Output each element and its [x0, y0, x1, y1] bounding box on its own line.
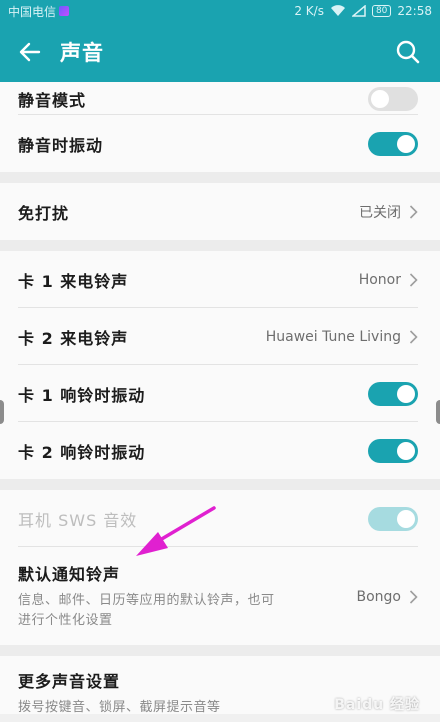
vibrate-silent-label: 静音时振动 — [18, 135, 104, 155]
chevron-right-icon — [409, 204, 418, 219]
network-speed: 2 K/s — [294, 4, 324, 18]
more-label: 更多声音设置 — [18, 672, 121, 691]
section-gap — [0, 240, 440, 251]
sim1-ringtone-row[interactable]: 卡 1 来电铃声 Honor — [0, 251, 440, 308]
dnd-row[interactable]: 免打扰 已关闭 — [0, 183, 440, 240]
group-silent: 静音模式 静音时振动 — [0, 82, 440, 172]
more-text: 更多声音设置 拨号按键音、锁屏、截屏提示音等 — [18, 668, 221, 718]
notification-label: 默认通知铃声 — [18, 565, 121, 584]
notification-ringtone-name: Bongo — [356, 589, 402, 605]
page-title: 声音 — [60, 41, 104, 65]
toggle-knob — [371, 89, 389, 108]
notification-desc: 信息、邮件、日历等应用的默认铃声，也可进行个性化设置 — [18, 593, 275, 628]
toggle-knob — [397, 509, 415, 528]
sws-toggle — [368, 506, 418, 531]
sim1-ringtone-name: Honor — [358, 271, 401, 288]
search-icon — [396, 40, 420, 64]
wifi-icon — [330, 5, 346, 17]
section-gap — [0, 645, 440, 656]
group-dnd: 免打扰 已关闭 — [0, 183, 440, 240]
edge-handle-left — [0, 400, 4, 424]
dnd-status: 已关闭 — [359, 204, 401, 221]
sim2-vibrate-label: 卡 2 响铃时振动 — [18, 442, 146, 462]
section-gap — [0, 172, 440, 183]
search-button[interactable] — [376, 22, 440, 82]
sim1-vibrate-row[interactable]: 卡 1 响铃时振动 — [0, 365, 440, 422]
watermark: Baidu 经验 — [334, 697, 420, 713]
sim2-ringtone-label: 卡 2 来电铃声 — [18, 328, 129, 348]
toggle-knob — [397, 134, 415, 153]
status-bar: 中国电信 2 K/s 80 22:58 — [0, 0, 440, 22]
vibrate-silent-toggle[interactable] — [368, 131, 418, 156]
back-arrow-icon — [19, 42, 41, 62]
chevron-right-icon — [409, 329, 418, 344]
sim1-vibrate-toggle[interactable] — [368, 381, 418, 406]
sim2-vibrate-toggle[interactable] — [368, 438, 418, 463]
dnd-label: 免打扰 — [18, 203, 70, 223]
sim2-vibrate-row[interactable]: 卡 2 响铃时振动 — [0, 422, 440, 479]
sim1-vibrate-label: 卡 1 响铃时振动 — [18, 385, 146, 405]
section-gap — [0, 479, 440, 490]
sim1-ringtone-label: 卡 1 来电铃声 — [18, 271, 129, 291]
notification-value: Bongo — [357, 589, 419, 605]
silent-mode-row[interactable]: 静音模式 — [0, 82, 440, 115]
notification-text: 默认通知铃声 信息、邮件、日历等应用的默认铃声，也可进行个性化设置 — [18, 561, 278, 631]
vibrate-silent-row[interactable]: 静音时振动 — [0, 115, 440, 172]
sim-icon — [59, 6, 70, 16]
group-sws-notification: 耳机 SWS 音效 默认通知铃声 信息、邮件、日历等应用的默认铃声，也可进行个性… — [0, 490, 440, 645]
sim1-ringtone-value: Honor — [359, 272, 418, 288]
chevron-right-icon — [409, 590, 418, 604]
notification-ringtone-row[interactable]: 默认通知铃声 信息、邮件、日历等应用的默认铃声，也可进行个性化设置 Bongo — [0, 547, 440, 645]
sws-label: 耳机 SWS 音效 — [18, 510, 138, 530]
carrier-label: 中国电信 — [8, 4, 57, 19]
battery-icon: 80 — [371, 5, 392, 17]
sws-row: 耳机 SWS 音效 — [0, 490, 440, 547]
signal-icon — [351, 5, 366, 17]
back-button[interactable] — [0, 22, 60, 82]
sim2-ringtone-value: Huawei Tune Living — [266, 329, 418, 345]
toggle-knob — [397, 384, 415, 403]
silent-mode-label: 静音模式 — [18, 90, 87, 110]
dnd-value: 已关闭 — [359, 202, 418, 222]
toggle-knob — [397, 441, 415, 460]
chevron-right-icon — [409, 272, 418, 287]
settings-list: 静音模式 静音时振动 免打扰 已关闭 卡 1 来电铃声 Honor 卡 2 来电… — [0, 82, 440, 715]
app-bar: 声音 — [0, 22, 440, 82]
group-ringtones: 卡 1 来电铃声 Honor 卡 2 来电铃声 Huawei Tune Livi… — [0, 251, 440, 479]
edge-handle-right — [436, 400, 440, 424]
sim2-ringtone-row[interactable]: 卡 2 来电铃声 Huawei Tune Living — [0, 308, 440, 365]
silent-mode-toggle[interactable] — [368, 86, 418, 111]
sim2-ringtone-name: Huawei Tune Living — [265, 328, 401, 345]
more-desc: 拨号按键音、锁屏、截屏提示音等 — [18, 700, 221, 715]
clock: 22:58 — [397, 4, 432, 18]
